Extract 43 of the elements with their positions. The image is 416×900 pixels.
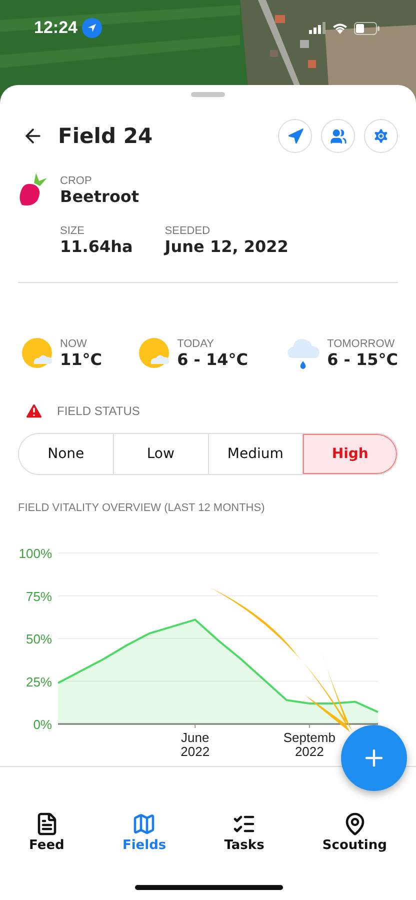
axis-label: June 2022 [180,730,210,759]
detail-label: SEEDED [164,225,212,237]
drag-handle [191,92,225,97]
people-button[interactable] [321,119,355,153]
detail-value: June 12, 2022 [164,237,288,256]
weather-label: TODAY [177,338,215,350]
detail-label: SIZE [60,225,86,237]
weather-label: NOW [60,338,88,350]
sun-cloud-icon [139,337,172,369]
crop-label: CROP [60,174,93,186]
weather-label: TOMORROW [327,338,396,350]
nav-tab[interactable]: Scouting [322,812,387,860]
temperature: 6 - 15°C [327,350,398,368]
status-time: 12:24 [34,18,78,38]
crop-name: Beetroot [60,186,140,206]
settings-icon [372,127,390,145]
settings-button[interactable] [364,119,398,153]
axis-label: 75% [26,588,52,604]
beetroot-icon [18,173,50,207]
warning-icon [24,401,44,421]
axis-label: 25% [26,674,52,690]
navigate-button[interactable] [278,119,312,153]
map-icon [132,812,156,836]
detail-value: 11.64ha [60,237,133,256]
signal-icon [309,22,326,34]
axis-label: Septemb 2022 [283,730,336,759]
axis-label: 100% [18,546,52,561]
navigation-icon [286,128,304,144]
chart-title: FIELD VITALITY OVERVIEW (LAST 12 MONTHS) [17,501,266,514]
battery-icon [354,22,380,34]
nav-tab[interactable]: Feed [29,812,64,860]
field-status-label: FIELD STATUS [57,404,140,418]
axis-label: 0% [33,717,52,732]
temperature: 6 - 14°C [177,350,248,368]
axis-label: 50% [26,632,52,646]
status-option[interactable]: High [302,434,397,474]
sun-cloud-icon [22,337,54,369]
wifi-icon [332,22,348,34]
nav-tab[interactable]: Fields [122,812,166,860]
temperature: 11°C [60,350,102,368]
people-icon [330,128,346,144]
field-title: Field 24 [58,124,154,148]
nav-tab[interactable]: Tasks [224,812,264,860]
